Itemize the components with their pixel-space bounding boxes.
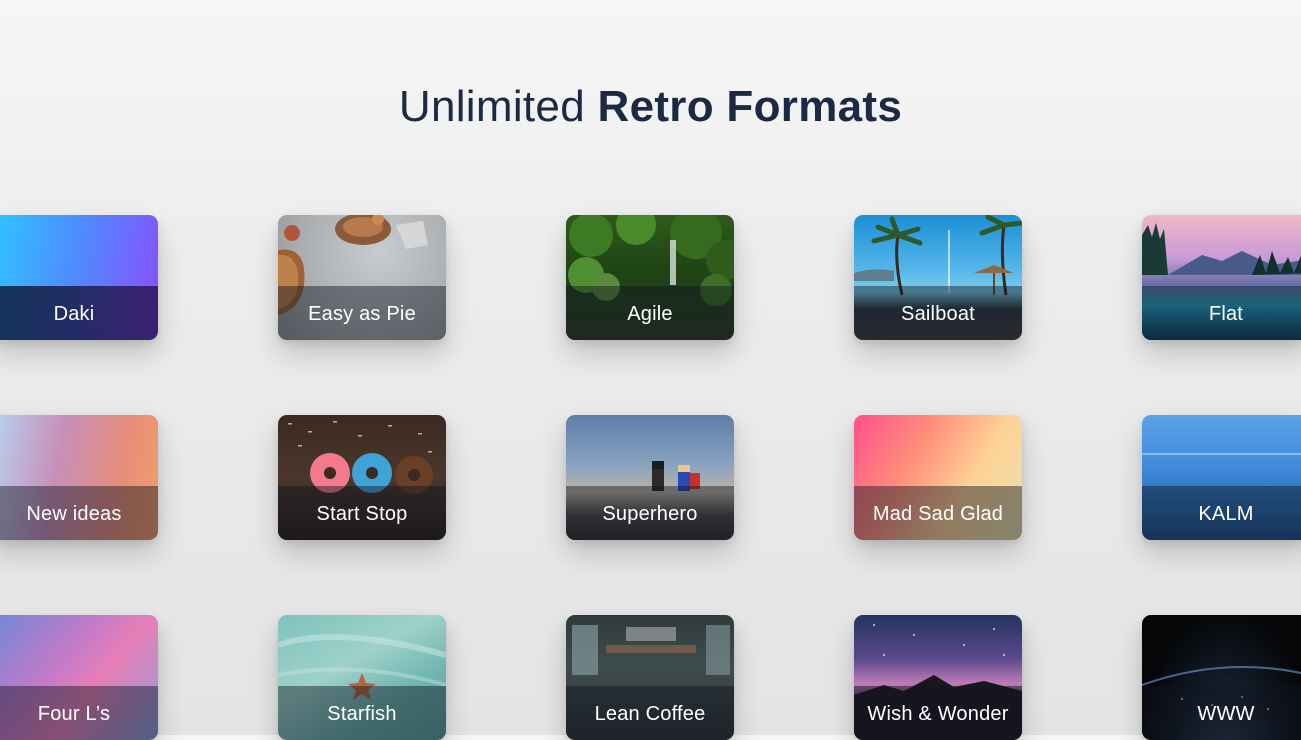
card-label: Four L’s (0, 686, 158, 740)
retro-card-flat[interactable]: Flat (1142, 215, 1301, 340)
retro-card-wish-and-wonder[interactable]: Wish & Wonder (854, 615, 1022, 740)
card-label: Flat (1142, 286, 1301, 340)
card-label: Agile (566, 286, 734, 340)
card-label: Lean Coffee (566, 686, 734, 740)
retro-card-new-ideas[interactable]: New ideas (0, 415, 158, 540)
retro-card-start-stop[interactable]: Start Stop (278, 415, 446, 540)
card-label: Sailboat (854, 286, 1022, 340)
card-label: New ideas (0, 486, 158, 540)
retro-card-four-ls[interactable]: Four L’s (0, 615, 158, 740)
retro-card-www[interactable]: WWW (1142, 615, 1301, 740)
retro-card-mad-sad-glad[interactable]: Mad Sad Glad (854, 415, 1022, 540)
retro-card-starfish[interactable]: Starfish (278, 615, 446, 740)
retro-card-sailboat[interactable]: Sailboat (854, 215, 1022, 340)
retro-card-kalm[interactable]: KALM (1142, 415, 1301, 540)
card-label: KALM (1142, 486, 1301, 540)
page-title-bold: Retro Formats (597, 82, 903, 131)
card-label: Wish & Wonder (854, 686, 1022, 740)
retro-card-agile[interactable]: Agile (566, 215, 734, 340)
card-label: Starfish (278, 686, 446, 740)
card-label: Mad Sad Glad (854, 486, 1022, 540)
card-label: WWW (1142, 686, 1301, 740)
page-title: Unlimited Retro Formats (0, 82, 1301, 132)
card-label: Daki (0, 286, 158, 340)
retro-card-easy-as-pie[interactable]: Easy as Pie (278, 215, 446, 340)
card-label: Superhero (566, 486, 734, 540)
retro-card-lean-coffee[interactable]: Lean Coffee (566, 615, 734, 740)
page-title-light: Unlimited (398, 82, 585, 131)
card-label: Easy as Pie (278, 286, 446, 340)
card-label: Start Stop (278, 486, 446, 540)
retro-card-daki[interactable]: Daki (0, 215, 158, 340)
retro-card-superhero[interactable]: Superhero (566, 415, 734, 540)
